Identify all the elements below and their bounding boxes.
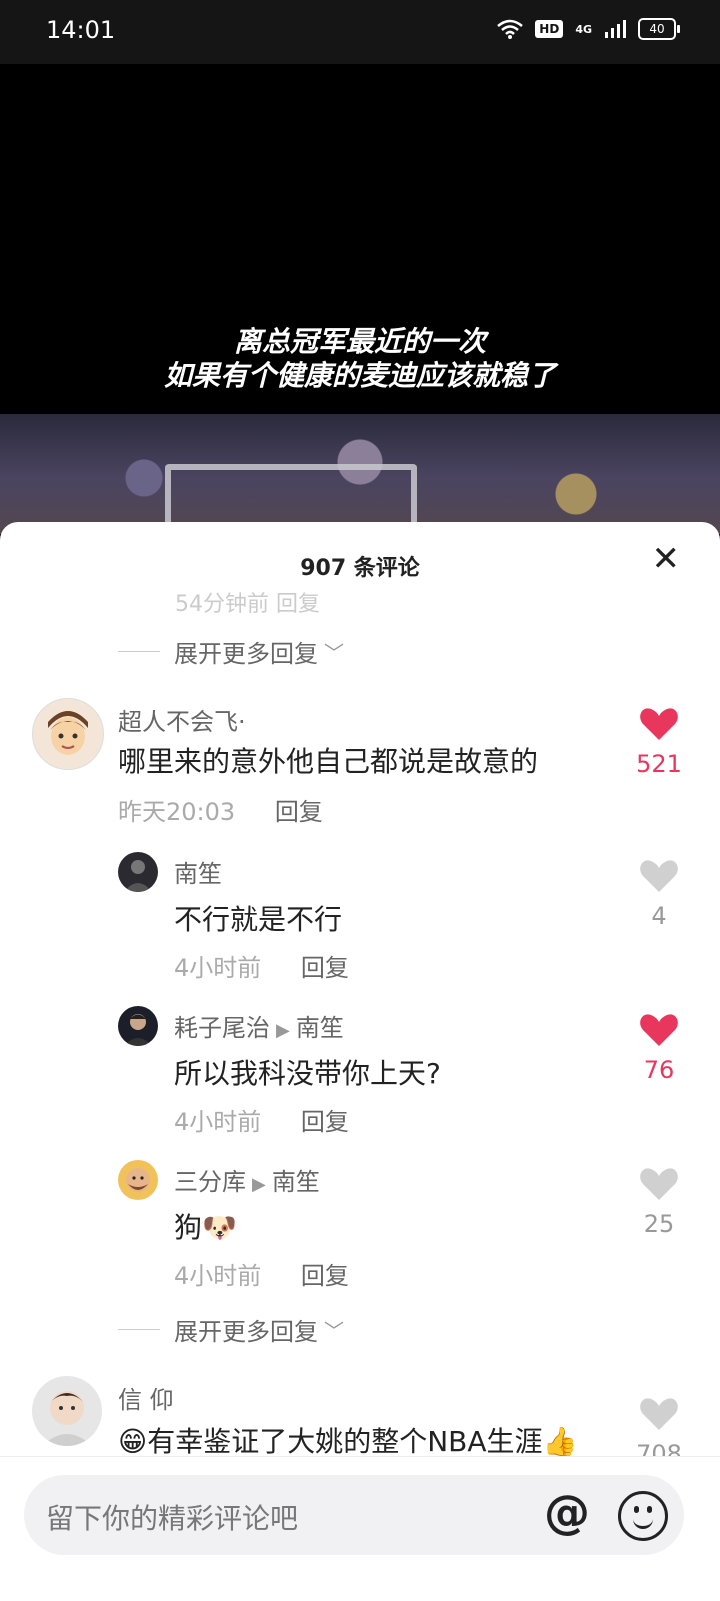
video-player[interactable]: 离总冠军最近的一次 如果有个健康的麦迪应该就稳了 [0,64,720,534]
chevron-down-icon: ﹀ [324,641,344,665]
like-button[interactable]: 4 [629,858,689,930]
close-icon[interactable]: ✕ [652,542,681,576]
comment-time: 昨天20:03 [118,798,236,826]
comment-input-bar: 留下你的精彩评论吧 @ [0,1456,720,1601]
reply-button[interactable]: 回复 [301,1262,349,1290]
person-silhouette-icon [124,860,152,892]
comments-sheet: 907 条评论 ✕ 54分钟前 回复 展开更多回复 ﹀ 超人不会飞· 哪里来的意… [0,522,720,1600]
hd-badge: HD [535,20,564,38]
cartoon-man-icon [126,1168,150,1192]
video-subtitle-line2: 如果有个健康的麦迪应该就稳了 [163,359,556,392]
at-mention-icon[interactable]: @ [544,1485,590,1539]
avatar[interactable] [118,852,158,892]
username[interactable]: 南笙 [174,854,222,889]
network-label: 4G [575,22,592,36]
expand-replies-button[interactable]: 展开更多回复 ﹀ [118,634,344,669]
username[interactable]: 超人不会飞· [118,702,246,737]
heart-outline-icon [640,1398,678,1430]
avatar[interactable] [118,1160,158,1200]
expand-replies-button[interactable]: 展开更多回复 ﹀ [118,1312,344,1347]
clock: 14:01 [46,16,116,44]
signal-icon [605,20,626,38]
cartoon-face-icon [48,711,88,755]
comment-count-title: 907 条评论 [300,556,420,581]
username-with-reply-target: 三分库 ▶ 南笙 [174,1162,320,1197]
like-button[interactable]: 708 [629,1396,689,1464]
comment-text: 所以我科没带你上天? [174,1057,441,1090]
status-icons: HD 4G 40 [497,18,680,40]
comment-text: 不行就是不行 [174,903,343,936]
expand-replies-label: 展开更多回复 [174,640,318,668]
like-count: 25 [643,1210,675,1238]
comment-text: 😁有幸鉴证了大姚的整个NBA生涯👍 [118,1425,578,1458]
comment-meta: 昨天20:03 回复 [118,792,323,827]
reply-arrow-icon: ▶ [252,1174,266,1195]
comment-meta: 4小时前 回复 [174,1256,349,1291]
avatar[interactable] [32,698,104,770]
like-button[interactable]: 25 [629,1166,689,1238]
person-photo-icon [124,1014,152,1046]
avatar[interactable] [32,1376,102,1446]
heart-icon [640,1014,678,1046]
comment-time: 4小时前 [174,1108,262,1136]
reply-arrow-icon: ▶ [276,1020,290,1041]
comment-text: 狗🐶 [174,1211,237,1244]
reply-target-username[interactable]: 南笙 [272,1168,320,1196]
emoji-mouth [633,1516,653,1529]
reply-target-username[interactable]: 南笙 [296,1014,344,1042]
like-button[interactable]: 76 [629,1012,689,1084]
wifi-icon [497,19,524,39]
child-photo-icon [42,1391,92,1446]
reply-button[interactable]: 回复 [301,1108,349,1136]
heart-outline-icon [640,1168,678,1200]
partial-comment-meta: 54分钟前 回复 [175,592,320,617]
comment-text: 哪里来的意外他自己都说是故意的 [118,745,539,778]
comment-input-placeholder: 留下你的精彩评论吧 [46,1502,299,1535]
comment-input[interactable]: 留下你的精彩评论吧 @ [24,1475,684,1555]
username-with-reply-target: 耗子尾治 ▶ 南笙 [174,1008,344,1043]
expand-replies-label: 展开更多回复 [174,1318,318,1346]
username[interactable]: 耗子尾治 [174,1014,270,1042]
username[interactable]: 三分库 [174,1168,246,1196]
like-count: 521 [636,750,682,778]
emoji-icon[interactable] [618,1491,668,1541]
comment-time: 4小时前 [174,1262,262,1290]
like-button[interactable]: 521 [629,706,689,778]
comment-meta: 4小时前 回复 [174,948,349,983]
username[interactable]: 信 仰 [118,1380,174,1415]
heart-outline-icon [640,860,678,892]
reply-button[interactable]: 回复 [275,798,323,826]
divider [118,1329,160,1330]
comment-meta: 4小时前 回复 [174,1102,349,1137]
chevron-down-icon: ﹀ [324,1319,344,1343]
like-count: 4 [651,902,667,930]
battery-icon: 40 [638,18,680,40]
comment-time: 4小时前 [174,954,262,982]
like-count: 76 [643,1056,675,1084]
status-bar: 14:01 HD 4G 40 [0,0,720,64]
divider [118,651,160,652]
reply-button[interactable]: 回复 [301,954,349,982]
heart-icon [640,708,678,740]
avatar[interactable] [118,1006,158,1046]
comment-list[interactable]: 54分钟前 回复 展开更多回复 ﹀ 超人不会飞· 哪里来的意外他自己都说是故意的… [0,584,720,1464]
